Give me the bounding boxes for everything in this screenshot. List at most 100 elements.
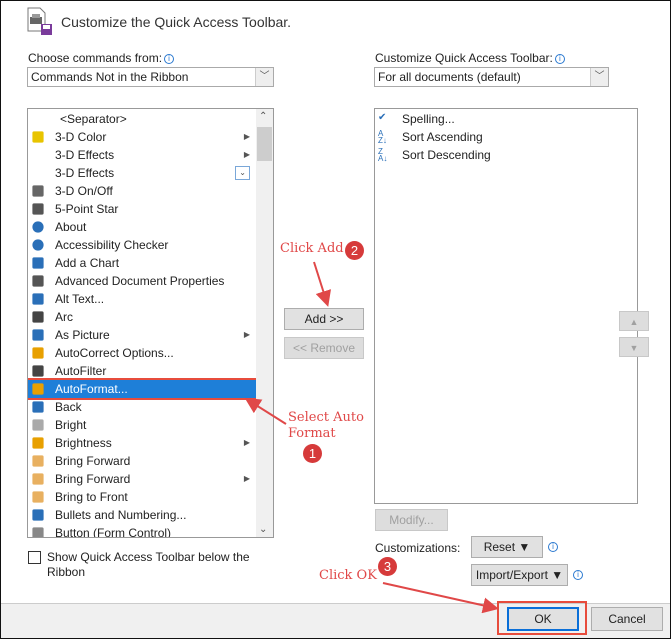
show-below-ribbon-checkbox[interactable]: Show Quick Access Toolbar below the Ribb…: [28, 550, 268, 580]
list-item[interactable]: ✔ Spelling...: [375, 110, 603, 128]
list-item[interactable]: Accessibility Checker: [28, 236, 256, 254]
submenu-arrow-icon[interactable]: ▶: [244, 128, 250, 146]
commands-list[interactable]: Button (Form Control) Bullets and Numberi…: [27, 108, 274, 538]
list-item[interactable]: 3-D Effects ⌄: [28, 164, 256, 182]
toolbar-commands-list[interactable]: ✔ Spelling... A Z↓ Sort Ascending Z A↓ Sort D…: [374, 108, 638, 504]
bring-forward-icon: [32, 473, 44, 485]
3d-icon: [32, 185, 44, 197]
list-item[interactable]: AutoFormat...: [28, 378, 258, 400]
item-label: Button (Form Control): [55, 526, 172, 538]
list-item[interactable]: Z A↓ Sort Descending: [375, 146, 603, 164]
info-icon[interactable]: i: [554, 54, 565, 64]
quick-access-toolbar-icon: [27, 7, 52, 35]
move-down-button[interactable]: ▼: [619, 337, 649, 357]
list-item[interactable]: AutoCorrect Options...: [28, 344, 256, 362]
item-label: Alt Text...: [55, 292, 105, 306]
scroll-up-icon[interactable]: ⌃: [259, 111, 267, 122]
ok-button[interactable]: OK: [507, 607, 579, 631]
chart-icon: [32, 257, 44, 269]
info-icon[interactable]: i: [164, 54, 175, 64]
cancel-button[interactable]: Cancel: [591, 607, 663, 631]
list-item[interactable]: Back: [28, 398, 256, 416]
item-label: Bright: [55, 418, 87, 432]
item-label: As Picture: [55, 328, 110, 342]
list-item[interactable]: Bullets and Numbering...: [28, 506, 256, 524]
scroll-thumb[interactable]: [257, 127, 272, 161]
import-export-button[interactable]: Import/Export ▼: [471, 564, 568, 586]
customizations-label: Customizations:: [375, 541, 461, 555]
star-icon: [32, 203, 44, 215]
list-item[interactable]: 3-D Effects ▶: [28, 146, 256, 164]
sort-ascending-icon: A Z↓: [378, 129, 387, 145]
back-arrow-icon: [32, 401, 44, 413]
list-item[interactable]: About: [28, 218, 256, 236]
arc-icon: [32, 311, 44, 323]
chevron-down-icon: ﹀: [590, 68, 608, 86]
step-badge-1: 1: [303, 444, 322, 463]
list-item[interactable]: A Z↓ Sort Ascending: [375, 128, 603, 146]
item-label: 3-D Effects: [55, 148, 115, 162]
paint-bucket-icon: [32, 131, 44, 143]
list-item[interactable]: AutoFilter: [28, 362, 256, 380]
item-label: Brightness: [55, 436, 112, 450]
picture-icon: [32, 329, 44, 341]
submenu-arrow-icon[interactable]: ▶: [244, 470, 250, 488]
dropdown-arrow-icon[interactable]: ⌄: [235, 166, 250, 180]
choose-commands-dropdown[interactable]: Commands Not in the Ribbon ﹀: [27, 67, 274, 87]
list-item[interactable]: Advanced Document Properties: [28, 272, 256, 290]
add-button[interactable]: Add >>: [284, 308, 364, 330]
modify-button[interactable]: Modify...: [375, 509, 448, 531]
item-label: 3-D Effects: [55, 166, 115, 180]
list-item[interactable]: Alt Text...: [28, 290, 256, 308]
list-item[interactable]: 3-D On/Off: [28, 182, 256, 200]
alt-text-icon: [32, 293, 44, 305]
info-icon[interactable]: i: [573, 570, 583, 580]
list-item[interactable]: Arc: [28, 308, 256, 326]
list-item[interactable]: 3-D Color ▶: [28, 128, 256, 146]
submenu-arrow-icon[interactable]: ▶: [244, 146, 250, 164]
item-label: AutoFilter: [55, 364, 107, 378]
spelling-icon: ✔: [378, 112, 387, 123]
item-label: Arc: [55, 310, 73, 324]
choose-commands-label: Choose commands from: i: [28, 51, 175, 65]
list-item[interactable]: Bright: [28, 416, 256, 434]
list-item[interactable]: <Separator>: [28, 110, 256, 128]
checkbox[interactable]: [28, 551, 41, 564]
list-item[interactable]: Bring Forward ▶: [28, 470, 256, 488]
item-label: Bring to Front: [55, 490, 128, 504]
scrollbar[interactable]: ⌃ ⌄: [256, 109, 273, 537]
list-item[interactable]: Bring Forward: [28, 452, 256, 470]
filter-icon: [32, 365, 44, 377]
list-item[interactable]: Bring to Front: [28, 488, 256, 506]
annotation-click-ok: Click OK: [319, 568, 377, 583]
accessibility-icon: [32, 239, 44, 251]
item-label: AutoCorrect Options...: [55, 346, 174, 360]
item-label: About: [55, 220, 87, 234]
remove-button[interactable]: << Remove: [284, 337, 364, 359]
item-label: Accessibility Checker: [55, 238, 169, 252]
sun-icon: [32, 437, 44, 449]
cube-icon: [32, 419, 44, 431]
list-item[interactable]: 5-Point Star: [28, 200, 256, 218]
item-label: Advanced Document Properties: [55, 274, 225, 288]
item-label: 3-D Color: [55, 130, 107, 144]
item-label: 5-Point Star: [55, 202, 119, 216]
submenu-arrow-icon[interactable]: ▶: [244, 434, 250, 452]
customize-toolbar-dropdown[interactable]: For all documents (default) ﹀: [374, 67, 609, 87]
scroll-down-icon[interactable]: ⌄: [259, 524, 267, 535]
list-item[interactable]: Button (Form Control): [28, 524, 256, 538]
properties-icon: [32, 275, 44, 287]
move-up-button[interactable]: ▲: [619, 311, 649, 331]
list-item[interactable]: Brightness ▶: [28, 434, 256, 452]
annotation-select-autoformat: Select Auto Format: [288, 410, 364, 441]
list-item[interactable]: Add a Chart: [28, 254, 256, 272]
item-label: Back: [55, 400, 82, 414]
list-item[interactable]: As Picture ▶: [28, 326, 256, 344]
item-label: Bring Forward: [55, 472, 131, 486]
info-icon[interactable]: i: [548, 542, 558, 552]
submenu-arrow-icon[interactable]: ▶: [244, 326, 250, 344]
reset-button[interactable]: Reset ▼: [471, 536, 543, 558]
bullets-icon: [32, 509, 44, 521]
chevron-down-icon: ﹀: [255, 68, 273, 86]
show-below-label: Show Quick Access Toolbar below the Ribb…: [47, 550, 250, 579]
